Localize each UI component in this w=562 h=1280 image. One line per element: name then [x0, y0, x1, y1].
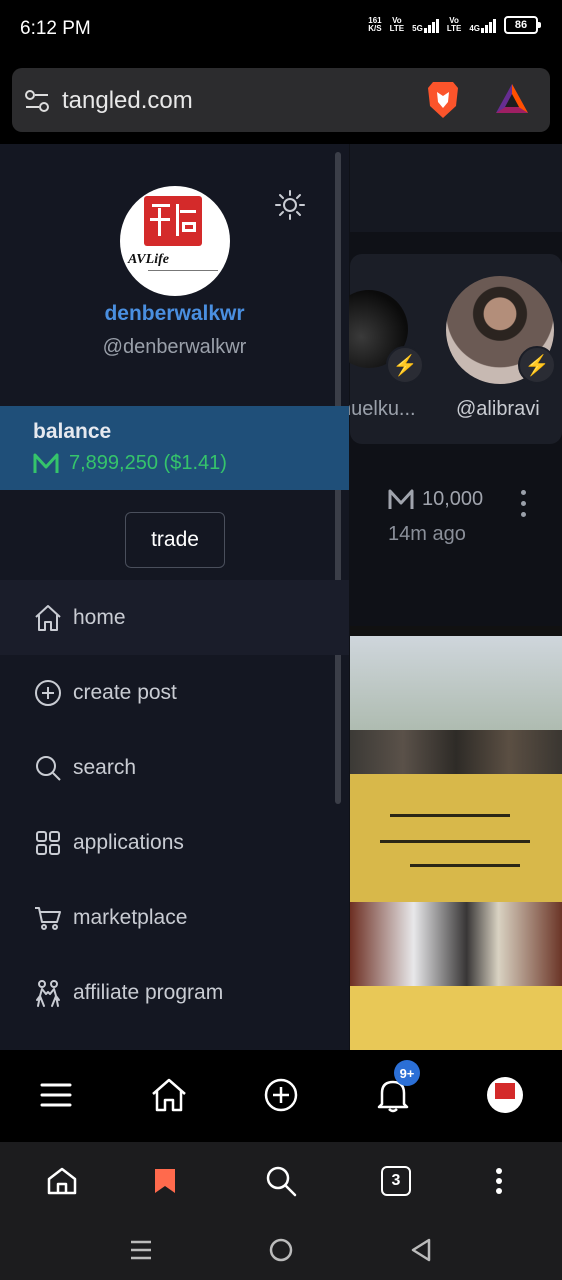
post-options-icon[interactable] — [516, 490, 530, 520]
post-image[interactable] — [350, 626, 562, 1050]
post-time: 14m ago — [388, 523, 466, 545]
brave-lion-icon[interactable] — [425, 80, 461, 120]
menu-item-home[interactable]: home — [0, 580, 349, 655]
post-meta: 10,000 14m ago — [388, 488, 483, 546]
search-icon — [36, 755, 61, 781]
grid-icon — [36, 830, 60, 855]
nav-avatar-image — [487, 1077, 523, 1113]
menu-item-search[interactable]: search — [0, 730, 349, 805]
recent-apps-icon[interactable] — [125, 1234, 157, 1266]
people-icon — [36, 979, 60, 1007]
back-icon[interactable] — [405, 1234, 437, 1266]
tab-count: 3 — [381, 1166, 411, 1196]
menu-icon[interactable] — [33, 1072, 79, 1118]
menu-item-label: applications — [73, 830, 184, 854]
status-icons: 161 K/S Vo LTE 5G Vo LTE 4G 86 — [368, 16, 541, 34]
menu-item-label: affiliate program — [73, 980, 224, 1004]
tabs-button[interactable]: 3 — [375, 1160, 417, 1202]
notification-badge: 9+ — [394, 1060, 420, 1086]
user-handle: @denberwalkwr — [102, 336, 247, 358]
home-icon — [35, 604, 61, 631]
plus-circle-icon[interactable] — [258, 1072, 304, 1118]
system-navigation — [0, 1220, 562, 1280]
sun-icon[interactable] — [273, 188, 307, 222]
brave-rewards-icon[interactable] — [494, 81, 530, 117]
token-icon — [388, 489, 414, 509]
avatar[interactable] — [482, 1072, 528, 1118]
volte-indicator-1: Vo LTE — [389, 16, 405, 33]
balance-panel[interactable]: balance 7,899,250 ($1.41) — [0, 406, 349, 490]
home-icon[interactable] — [146, 1072, 192, 1118]
balance-value: 7,899,250 ($1.41) — [33, 452, 227, 475]
app-bottom-nav: 9+ — [0, 1050, 562, 1142]
cart-icon — [35, 906, 61, 930]
browser-url-area: tangled.com — [0, 58, 562, 144]
status-bar: 6:12 PM 161 K/S Vo LTE 5G Vo LTE 4G 86 — [0, 0, 562, 58]
url-bar[interactable]: tangled.com — [12, 68, 550, 132]
volte-indicator-2: Vo LTE — [446, 16, 462, 33]
drawer-menu: home create post search applications mar… — [0, 580, 349, 1030]
signal-4g-icon: 4G — [469, 17, 496, 33]
bell-icon[interactable]: 9+ — [370, 1060, 420, 1118]
signal-5g-icon: 5G — [412, 17, 439, 33]
creator-name-2[interactable]: @alibravi — [456, 398, 540, 421]
side-drawer: AVLife denberwalkwr @denberwalkwr balanc… — [0, 144, 349, 1050]
menu-item-create-post[interactable]: create post — [0, 655, 349, 730]
battery-icon: 86 — [504, 16, 541, 34]
seal-logo — [144, 196, 202, 246]
creator-name-1[interactable]: nuelku... — [340, 398, 416, 421]
trade-button[interactable]: trade — [125, 512, 225, 568]
avatar-logo-text: AVLife — [128, 252, 169, 267]
browser-home-icon[interactable] — [41, 1160, 83, 1202]
menu-item-label: create post — [73, 680, 177, 704]
bolt-icon: ⚡ — [518, 346, 556, 384]
menu-item-label: home — [73, 605, 126, 629]
feed-header-strip — [350, 144, 562, 232]
token-icon — [33, 453, 59, 473]
menu-item-affiliate-program[interactable]: affiliate program — [0, 955, 349, 1030]
url-text[interactable]: tangled.com — [62, 87, 193, 115]
tune-icon[interactable] — [24, 88, 50, 114]
menu-item-label: marketplace — [73, 905, 188, 929]
menu-item-applications[interactable]: applications — [0, 805, 349, 880]
display-name[interactable]: denberwalkwr — [0, 302, 349, 326]
menu-item-label: search — [73, 755, 137, 779]
search-icon[interactable] — [260, 1160, 302, 1202]
bolt-icon: ⚡ — [386, 346, 424, 384]
plus-circle-icon — [35, 679, 61, 706]
profile-avatar[interactable]: AVLife — [120, 186, 230, 296]
home-circle-icon[interactable] — [265, 1234, 297, 1266]
bookmark-icon[interactable] — [144, 1160, 186, 1202]
status-time: 6:12 PM — [20, 18, 91, 39]
network-speed: 161 K/S — [368, 16, 382, 33]
balance-label: balance — [33, 420, 112, 443]
more-vertical-icon[interactable] — [478, 1160, 520, 1202]
menu-item-marketplace[interactable]: marketplace — [0, 880, 349, 955]
post-amount: 10,000 — [388, 488, 483, 511]
browser-toolbar: 3 — [0, 1142, 562, 1220]
